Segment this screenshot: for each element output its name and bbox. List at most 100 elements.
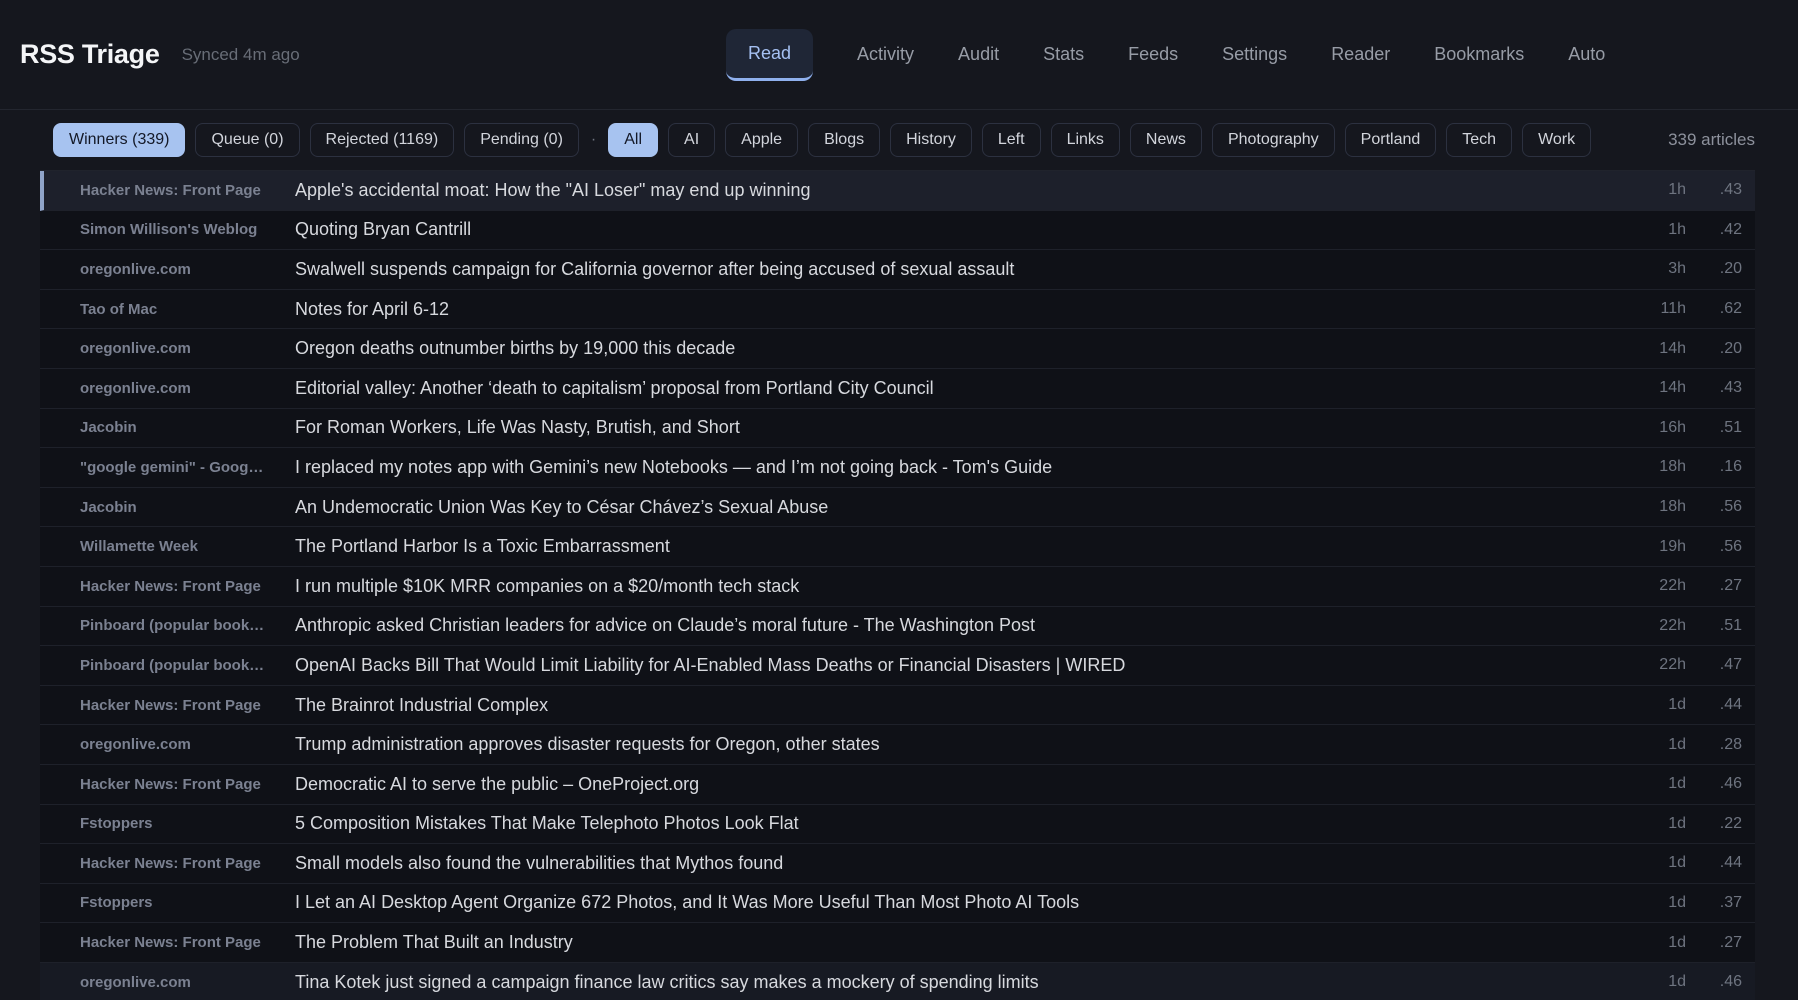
article-row[interactable]: oregonlive.com Editorial valley: Another… [40,369,1755,409]
filter-tag-photography[interactable]: Photography [1212,123,1335,156]
article-row[interactable]: Hacker News: Front Page The Brainrot Ind… [40,686,1755,726]
tab-feeds[interactable]: Feeds [1128,44,1178,65]
article-age: 16h [1624,419,1686,437]
article-age: 1d [1624,815,1686,833]
article-row[interactable]: oregonlive.com Trump administration appr… [40,725,1755,765]
article-source: Pinboard (popular book… [80,617,295,634]
article-row[interactable]: oregonlive.com Swalwell suspends campaig… [40,250,1755,290]
article-title: The Brainrot Industrial Complex [295,695,1624,716]
article-row[interactable]: Jacobin For Roman Workers, Life Was Nast… [40,409,1755,449]
article-count: 339 articles [1668,130,1755,150]
article-score: .20 [1686,340,1742,358]
article-row[interactable]: oregonlive.com Tina Kotek just signed a … [40,963,1755,1000]
article-age: 3h [1624,260,1686,278]
article-score: .56 [1686,498,1742,516]
article-title: Tina Kotek just signed a campaign financ… [295,972,1624,993]
filter-status-winners-339[interactable]: Winners (339) [53,123,185,156]
article-source: Jacobin [80,499,295,516]
tab-audit[interactable]: Audit [958,44,999,65]
article-source: Jacobin [80,419,295,436]
article-list: Hacker News: Front Page Apple's accident… [40,170,1755,1000]
article-age: 22h [1624,656,1686,674]
filter-status-pending-0[interactable]: Pending (0) [464,123,579,156]
article-title: For Roman Workers, Life Was Nasty, Bruti… [295,417,1624,438]
article-score: .43 [1686,379,1742,397]
filter-tag-tech[interactable]: Tech [1446,123,1512,156]
article-score: .56 [1686,538,1742,556]
filter-tag-all[interactable]: All [608,123,658,156]
tab-auto[interactable]: Auto [1568,44,1605,65]
tab-stats[interactable]: Stats [1043,44,1084,65]
article-row[interactable]: Hacker News: Front Page I run multiple $… [40,567,1755,607]
filter-tag-left[interactable]: Left [982,123,1041,156]
article-age: 22h [1624,617,1686,635]
article-row[interactable]: Hacker News: Front Page Apple's accident… [40,171,1755,211]
article-age: 1d [1624,775,1686,793]
filter-tag-blogs[interactable]: Blogs [808,123,880,156]
article-age: 14h [1624,379,1686,397]
tab-reader[interactable]: Reader [1331,44,1390,65]
filter-tag-portland[interactable]: Portland [1345,123,1437,156]
article-title: Anthropic asked Christian leaders for ad… [295,615,1624,636]
filter-tag-links[interactable]: Links [1051,123,1120,156]
article-row[interactable]: Hacker News: Front Page Small models als… [40,844,1755,884]
article-score: .44 [1686,696,1742,714]
sync-status: Synced 4m ago [182,45,300,65]
app-title: RSS Triage [20,39,160,70]
article-score: .46 [1686,775,1742,793]
tab-read[interactable]: Read [726,29,813,81]
filter-status-rejected-1169[interactable]: Rejected (1169) [310,123,455,156]
article-source: Hacker News: Front Page [80,578,295,595]
filter-tag-ai[interactable]: AI [668,123,715,156]
article-title: Editorial valley: Another ‘death to capi… [295,378,1624,399]
tab-bookmarks[interactable]: Bookmarks [1434,44,1524,65]
article-age: 1d [1624,894,1686,912]
article-title: 5 Composition Mistakes That Make Telepho… [295,813,1624,834]
article-score: .20 [1686,260,1742,278]
status-pills: Winners (339) Queue (0) Rejected (1169) Pen… [53,123,579,156]
filter-tag-history[interactable]: History [890,123,972,156]
article-title: I Let an AI Desktop Agent Organize 672 P… [295,892,1624,913]
filter-bar: Winners (339) Queue (0) Rejected (1169) Pen… [0,110,1798,170]
article-age: 1h [1624,181,1686,199]
tab-activity[interactable]: Activity [857,44,914,65]
article-row[interactable]: Tao of Mac Notes for April 6-12 11h .62 [40,290,1755,330]
filter-tag-work[interactable]: Work [1522,123,1591,156]
article-row[interactable]: Jacobin An Undemocratic Union Was Key to… [40,488,1755,528]
article-title: The Problem That Built an Industry [295,932,1624,953]
article-row[interactable]: oregonlive.com Oregon deaths outnumber b… [40,329,1755,369]
article-source: Pinboard (popular book… [80,657,295,674]
article-row[interactable]: Pinboard (popular book… Anthropic asked … [40,607,1755,647]
article-score: .62 [1686,300,1742,318]
article-score: .27 [1686,934,1742,952]
article-row[interactable]: Willamette Week The Portland Harbor Is a… [40,527,1755,567]
filter-tag-apple[interactable]: Apple [725,123,798,156]
article-source: oregonlive.com [80,261,295,278]
filter-tag-news[interactable]: News [1130,123,1202,156]
article-title: An Undemocratic Union Was Key to César C… [295,497,1624,518]
article-row[interactable]: "google gemini" - Goog… I replaced my no… [40,448,1755,488]
article-score: .47 [1686,656,1742,674]
article-source: Hacker News: Front Page [80,697,295,714]
article-row[interactable]: Pinboard (popular book… OpenAI Backs Bil… [40,646,1755,686]
filter-status-queue-0[interactable]: Queue (0) [195,123,299,156]
article-row[interactable]: Simon Willison's Weblog Quoting Bryan Ca… [40,211,1755,251]
article-title: Trump administration approves disaster r… [295,734,1624,755]
article-score: .16 [1686,458,1742,476]
article-title: The Portland Harbor Is a Toxic Embarrass… [295,536,1624,557]
article-score: .27 [1686,577,1742,595]
article-source: Hacker News: Front Page [80,855,295,872]
article-age: 11h [1624,300,1686,318]
article-title: I run multiple $10K MRR companies on a $… [295,576,1624,597]
article-source: Hacker News: Front Page [80,182,295,199]
article-source: Hacker News: Front Page [80,776,295,793]
article-row[interactable]: Fstoppers 5 Composition Mistakes That Ma… [40,805,1755,845]
article-age: 1d [1624,696,1686,714]
article-row[interactable]: Fstoppers I Let an AI Desktop Agent Orga… [40,884,1755,924]
article-age: 14h [1624,340,1686,358]
article-score: .43 [1686,181,1742,199]
article-source: Hacker News: Front Page [80,934,295,951]
article-row[interactable]: Hacker News: Front Page Democratic AI to… [40,765,1755,805]
article-row[interactable]: Hacker News: Front Page The Problem That… [40,923,1755,963]
tab-settings[interactable]: Settings [1222,44,1287,65]
